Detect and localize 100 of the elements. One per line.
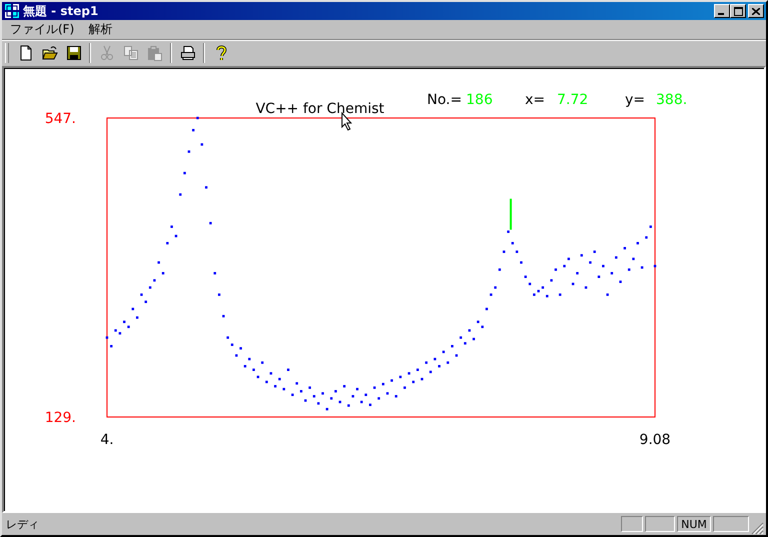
maximize-icon [734,6,742,16]
data-point [230,344,234,346]
menu-item[interactable]: ファイル(F) [10,21,74,38]
close-button[interactable] [748,4,764,18]
data-point [568,258,570,260]
app-icon [4,3,20,19]
data-point [118,332,122,334]
data-point [317,402,320,405]
data-point [162,272,164,274]
data-point [429,370,432,374]
data-point [356,388,358,390]
resize-grip-icon [751,522,764,535]
data-point [546,294,548,298]
y-value: 388. [656,92,688,108]
copy-icon [122,45,138,61]
cursor-marker [510,198,512,230]
status-text: レディ [5,516,40,532]
data-point [524,276,527,278]
data-point [291,394,294,396]
window-title: 無題 - step1 [23,2,100,20]
data-point [352,395,354,398]
data-point [244,365,246,368]
x-axis-label: 4. [100,432,114,448]
data-point [330,397,333,400]
status-pane [621,516,643,532]
data-point [640,266,644,269]
data-point [369,404,372,406]
data-point [481,326,484,328]
maximize-button[interactable] [730,4,746,18]
data-point [438,365,440,368]
data-point [256,376,260,378]
data-point [476,320,480,324]
data-point [602,264,604,268]
data-point [179,193,182,196]
data-point [528,282,532,286]
data-point [532,293,536,296]
data-point [174,234,178,238]
data-point [188,150,190,153]
data-point [537,290,540,292]
data-point [114,329,117,332]
data-point [520,261,522,264]
minimize-button[interactable] [714,4,730,18]
data-point [610,272,614,274]
data-point [632,258,635,260]
data-point [434,358,436,360]
data-point [399,376,402,378]
mouse-pointer-icon [342,112,352,131]
data-point [226,336,230,339]
status-pane [645,516,675,532]
data-point [360,400,363,404]
data-point [511,242,514,244]
data-point [123,320,126,324]
x-label: x= [525,92,546,108]
data-point [378,397,380,400]
data-point [261,361,264,364]
data-point [235,354,238,357]
data-point [183,172,186,174]
data-point [394,395,398,398]
data-point [589,261,592,264]
data-point [158,261,160,264]
data-point [153,279,156,282]
data-point [322,392,324,395]
data-point [494,286,497,289]
data-point [338,400,342,404]
data-point [455,354,458,357]
data-point [296,382,298,385]
data-point [386,392,389,395]
data-point [606,293,609,296]
data-point [472,338,475,340]
y-label: y= [625,92,646,108]
data-point [550,279,553,282]
data-point [308,386,311,389]
data-point [209,222,212,224]
data-point [132,308,134,310]
data-point [412,380,415,384]
x-axis-label: 9.08 [639,432,671,448]
data-point [304,399,307,402]
data-point [347,404,350,407]
data-point [300,390,302,392]
data-point [404,386,406,389]
data-point [200,143,204,146]
data-point [218,293,220,296]
data-point [490,293,492,296]
data-point [326,408,328,410]
data-point [148,286,152,289]
data-point [265,380,268,384]
page-icon [18,45,34,61]
data-point [442,350,445,354]
data-point [420,378,424,380]
data-point [580,254,583,257]
data-point [425,361,428,364]
menu-item[interactable]: 解析 [88,21,112,38]
data-point [334,390,337,392]
data-point [343,385,346,388]
data-point [636,242,639,244]
data-point [136,316,138,319]
data-point [502,250,506,253]
data-point [645,236,648,239]
data-point [563,264,566,268]
data-point [451,344,454,348]
